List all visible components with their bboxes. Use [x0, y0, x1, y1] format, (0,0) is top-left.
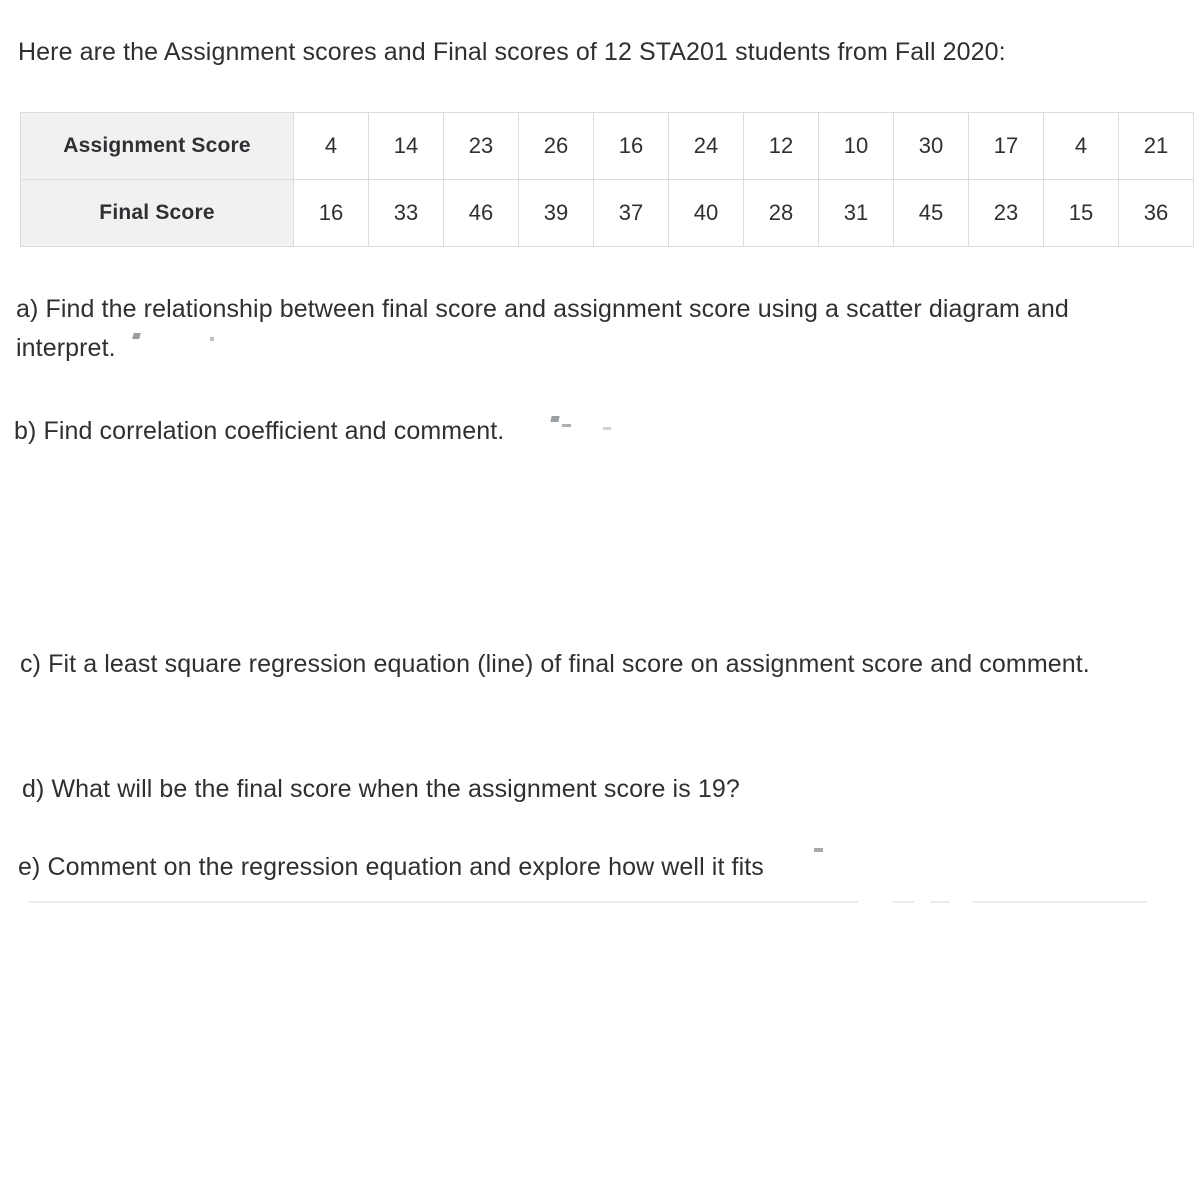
faint-separator-line	[972, 901, 1147, 903]
assignment-score-cell-10: 17	[968, 112, 1044, 180]
scan-artifact-mark	[132, 333, 141, 339]
final-score-cell-7: 28	[743, 179, 819, 247]
assignment-score-cell-12: 21	[1118, 112, 1194, 180]
assignment-score-cell-9: 30	[893, 112, 969, 180]
assignment-score-cell-1: 4	[293, 112, 369, 180]
final-score-cell-6: 40	[668, 179, 744, 247]
assignment-score-cell-7: 12	[743, 112, 819, 180]
final-score-cell-9: 45	[893, 179, 969, 247]
question-b: b) Find correlation coefficient and comm…	[14, 417, 505, 445]
intro-text: Here are the Assignment scores and Final…	[18, 38, 1006, 66]
assignment-score-cell-5: 16	[593, 112, 669, 180]
scan-artifact-mark	[814, 848, 823, 852]
final-score-cell-10: 23	[968, 179, 1044, 247]
final-score-cell-4: 39	[518, 179, 594, 247]
assignment-score-cell-6: 24	[668, 112, 744, 180]
row-label-assignment-score: Assignment Score	[20, 112, 294, 180]
assignment-score-cell-8: 10	[818, 112, 894, 180]
scan-artifact-mark	[562, 424, 571, 427]
final-score-cell-2: 33	[368, 179, 444, 247]
document-page: Here are the Assignment scores and Final…	[0, 0, 1200, 1200]
final-score-cell-8: 31	[818, 179, 894, 247]
final-score-cell-3: 46	[443, 179, 519, 247]
scan-artifact-mark	[550, 416, 560, 422]
scan-artifact-mark	[603, 427, 611, 430]
faint-separator-line	[930, 901, 950, 903]
faint-separator-line	[28, 901, 858, 903]
final-score-cell-5: 37	[593, 179, 669, 247]
assignment-score-cell-2: 14	[368, 112, 444, 180]
assignment-score-cell-3: 23	[443, 112, 519, 180]
scan-artifact-mark	[210, 337, 214, 341]
final-score-cell-12: 36	[1118, 179, 1194, 247]
question-a: a) Find the relationship between final s…	[16, 295, 1069, 362]
question-e: e) Comment on the regression equation an…	[18, 853, 764, 881]
table-row: Assignment Score 4 14 23 26 16 24 12 10 …	[20, 112, 1194, 180]
question-d: d) What will be the final score when the…	[22, 775, 740, 803]
scores-table: Assignment Score 4 14 23 26 16 24 12 10 …	[20, 112, 1194, 247]
table-row: Final Score 16 33 46 39 37 40 28 31 45 2…	[20, 179, 1194, 247]
assignment-score-cell-4: 26	[518, 112, 594, 180]
assignment-score-cell-11: 4	[1043, 112, 1119, 180]
final-score-cell-11: 15	[1043, 179, 1119, 247]
scores-table-body: Assignment Score 4 14 23 26 16 24 12 10 …	[20, 112, 1194, 247]
question-c: c) Fit a least square regression equatio…	[20, 650, 1090, 678]
final-score-cell-1: 16	[293, 179, 369, 247]
row-label-final-score: Final Score	[20, 179, 294, 247]
faint-separator-line	[892, 901, 914, 903]
